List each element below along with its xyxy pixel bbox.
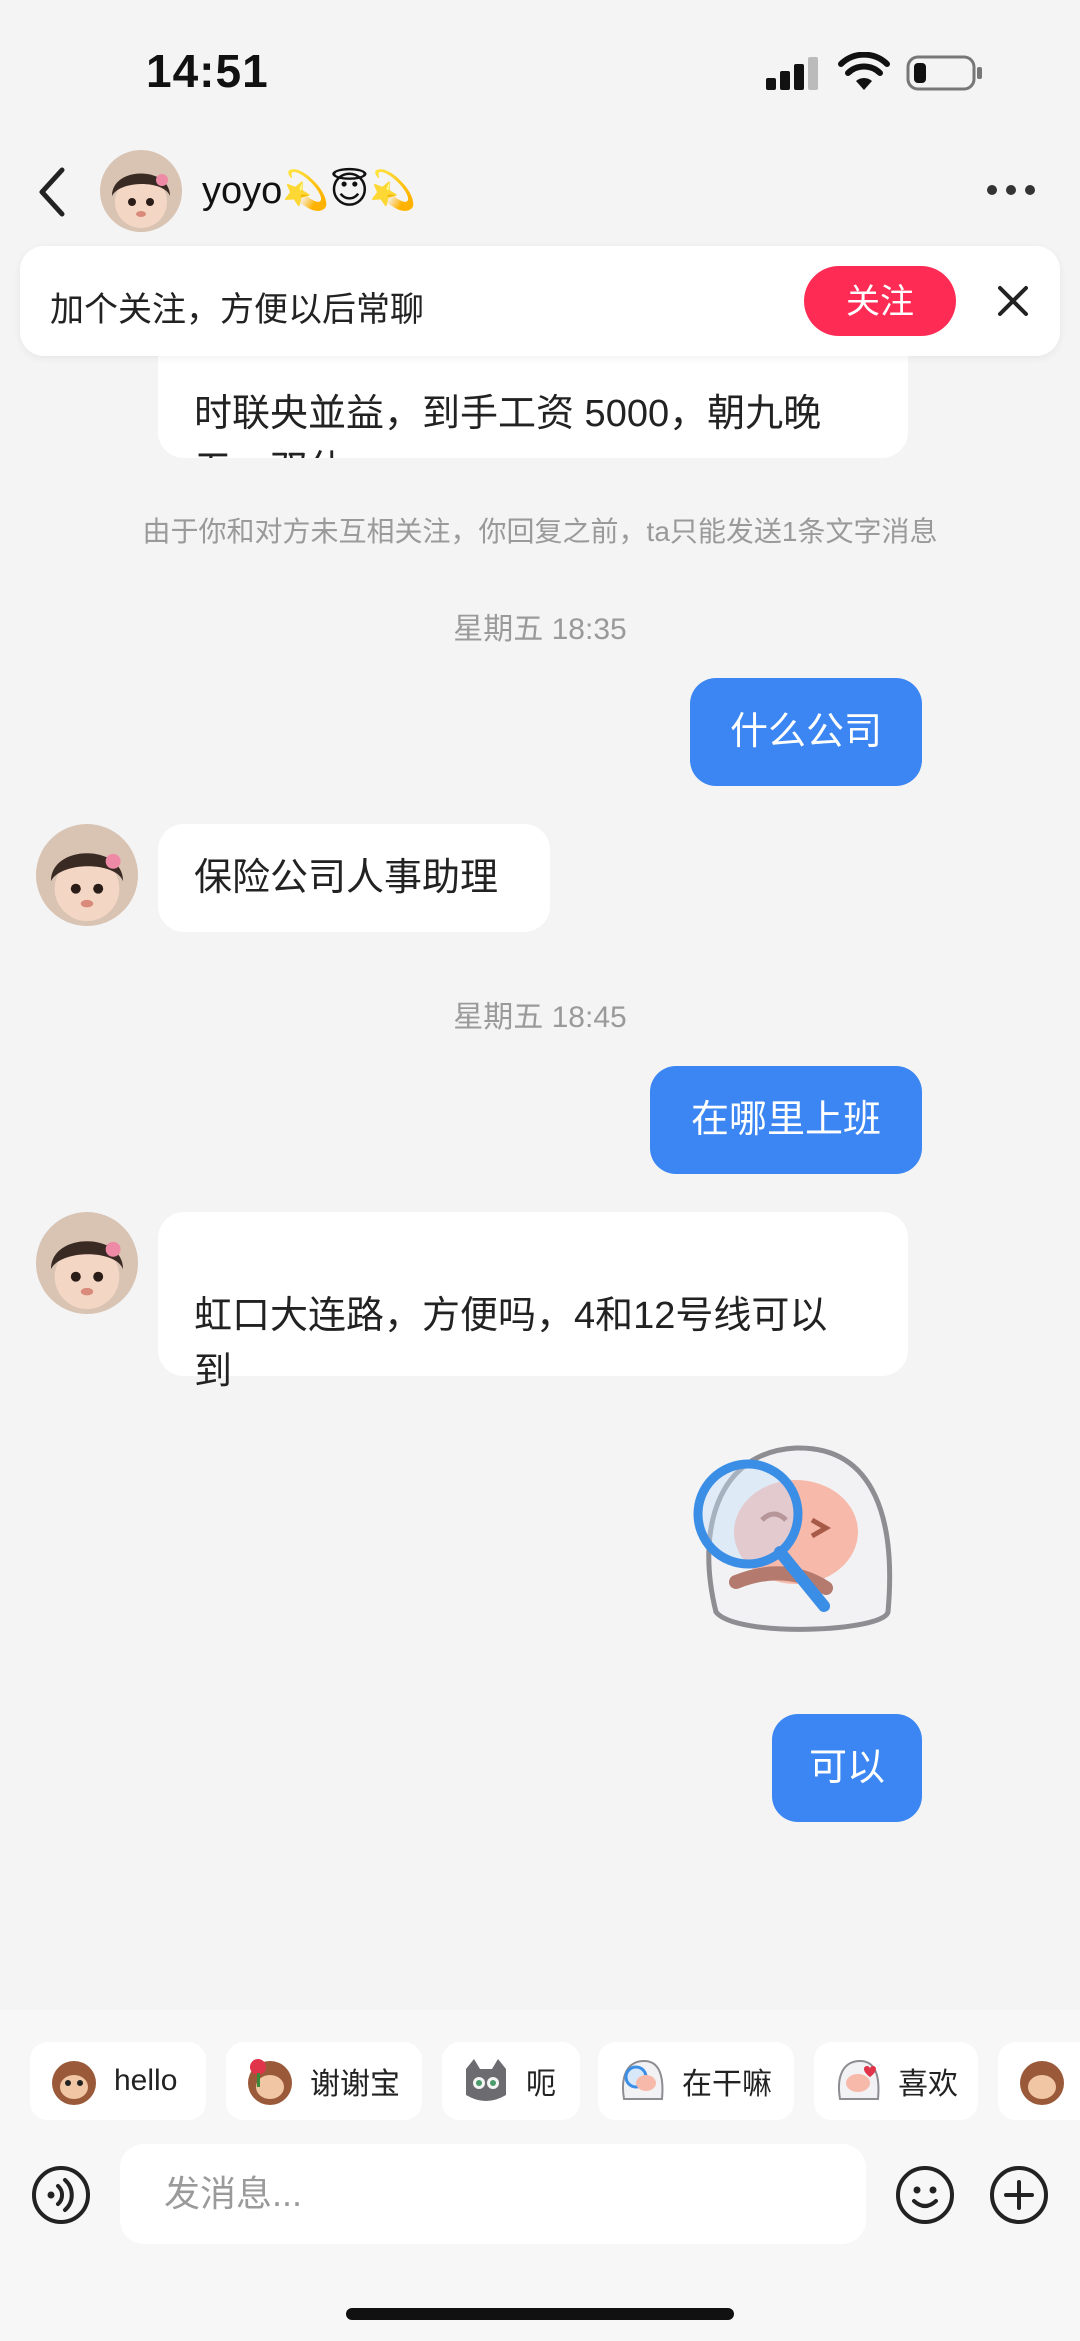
status-time: 14:51 xyxy=(146,45,269,97)
system-notice: 由于你和对方未互相关注，你回复之前，ta只能发送1条文字消息 xyxy=(142,516,938,547)
monkey-emoji-icon xyxy=(52,2061,96,2105)
quick-reply-doing[interactable]: 在干嘛 xyxy=(598,2042,794,2120)
message-text: 在哪里上班 xyxy=(690,1099,881,1141)
message-input[interactable]: 发消息... xyxy=(120,2144,866,2244)
cat-emoji-icon xyxy=(466,2059,506,2101)
message-text: 虹口大连路，方便吗，4和12号线可以 到 xyxy=(194,1295,828,1393)
contact-avatar[interactable] xyxy=(36,824,138,926)
follow-banner: 加个关注，方便以后常聊 关注 xyxy=(20,246,1060,356)
home-indicator[interactable] xyxy=(346,2308,734,2320)
quick-reply-more[interactable] xyxy=(998,2042,1080,2120)
header-avatar[interactable] xyxy=(100,150,182,232)
plus-icon[interactable] xyxy=(988,2164,1050,2226)
back-icon[interactable] xyxy=(34,164,74,220)
sent-message-bubble[interactable]: 在哪里上班 xyxy=(650,1066,922,1174)
battery-icon xyxy=(906,55,982,91)
sent-message-bubble[interactable]: 什么公司 xyxy=(690,678,922,786)
quick-reply-uh[interactable]: 呃 xyxy=(442,2042,580,2120)
timestamp: 星期五 18:35 xyxy=(453,613,627,646)
message-text: 时联央並益，到手工资 5000，朝九晚 五，双休 xyxy=(194,393,822,458)
timestamp: 星期五 18:45 xyxy=(453,1001,627,1034)
sent-message-bubble[interactable]: 可以 xyxy=(772,1714,922,1822)
chip-label: 喜欢 xyxy=(898,2068,958,2101)
chip-label: 在干嘛 xyxy=(682,2068,772,2101)
more-icon[interactable] xyxy=(984,178,1038,202)
chip-label: 谢谢宝 xyxy=(310,2068,400,2101)
chip-label: hello xyxy=(114,2064,178,2097)
voice-icon[interactable] xyxy=(30,2164,92,2226)
quick-reply-thanks[interactable]: 谢谢宝 xyxy=(226,2042,422,2120)
sticker-magnifier-icon[interactable] xyxy=(676,1432,906,1662)
follow-prompt: 加个关注，方便以后常聊 xyxy=(50,291,424,329)
quick-reply-like[interactable]: 喜欢 xyxy=(814,2042,978,2120)
monkey-emoji-icon xyxy=(1020,2061,1064,2105)
chip-label: 呃 xyxy=(526,2068,556,2101)
message-text: 可以 xyxy=(808,1747,885,1789)
contact-avatar[interactable] xyxy=(36,1212,138,1314)
wifi-icon xyxy=(838,52,890,90)
sticker-love-emoji-icon xyxy=(838,2059,880,2100)
follow-button[interactable]: 关注 xyxy=(804,266,956,336)
monkey-rose-emoji-icon xyxy=(248,2059,292,2105)
received-message-bubble[interactable]: 虹口大连路，方便吗，4和12号线可以 到 xyxy=(158,1212,908,1393)
emoji-icon[interactable] xyxy=(894,2164,956,2226)
close-icon[interactable] xyxy=(990,278,1036,324)
message-text: 保险公司人事助理 xyxy=(194,857,499,899)
received-message-bubble[interactable]: 保险公司人事助理 xyxy=(158,824,550,932)
cellular-signal-icon xyxy=(766,57,818,90)
quick-reply-hello[interactable]: hello xyxy=(30,2042,206,2120)
sticker-search-emoji-icon xyxy=(622,2059,664,2100)
contact-name[interactable]: yoyo💫😇💫 xyxy=(202,168,417,213)
message-text: 什么公司 xyxy=(729,711,882,753)
